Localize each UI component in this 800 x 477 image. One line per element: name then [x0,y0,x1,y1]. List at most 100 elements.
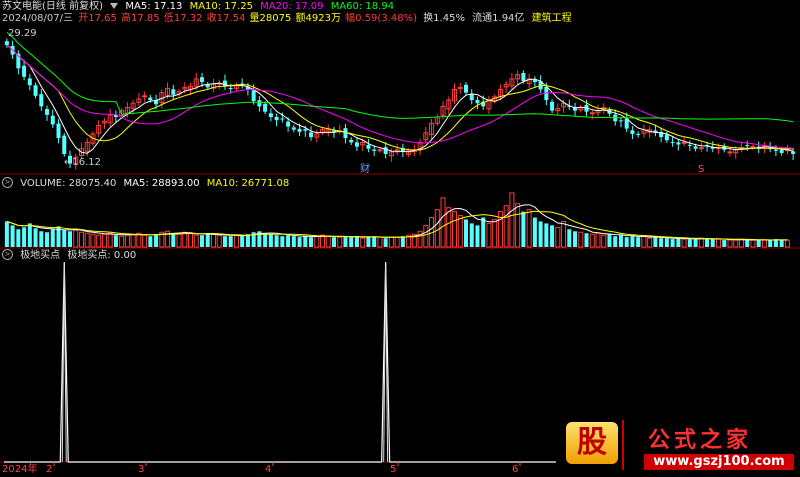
volume-bar [481,217,486,247]
quote-volume: 量28075 [249,13,292,24]
volume-bar [630,236,635,247]
volume-bar [636,237,641,247]
year-label: 2024年 [2,464,38,475]
candle-body [475,100,480,104]
candle-body [257,100,262,107]
s-marker: S [698,164,705,175]
candle-body [463,84,469,93]
volume-bar [280,236,285,247]
ma10-legend: MA10: 17.25 [189,1,253,12]
quote-change: 幅0.59(3.48%) [345,13,417,24]
logo-divider [622,420,624,470]
volume-bar [188,232,194,248]
volume-bar [567,229,572,247]
volume-bar [503,205,509,248]
ma20-line [6,44,794,149]
volume-bar [768,240,773,247]
volume-bar [366,237,371,247]
volume-bar [331,237,337,247]
volume-bar [710,239,715,247]
volume-bar [738,238,744,248]
volume-bar [578,231,584,248]
logo-title: 公式之家 [648,427,753,453]
month-label: 2 [46,464,53,475]
candle-body [377,149,383,152]
volume-bar [532,217,537,247]
volume-bar [653,237,658,247]
volume-bar [705,239,710,247]
volume-bar [555,226,561,248]
ma5-legend: MA5: 17.13 [125,1,183,12]
volume-ma5-line [6,204,788,241]
candle-body [727,151,733,154]
candle-body [349,139,354,143]
dropdown-icon[interactable] [110,3,119,9]
candle-body [4,41,9,46]
price-high-label: 29.29 [8,28,37,39]
volume-bar [486,222,492,248]
volume-bar [589,233,595,248]
volume-bar [618,235,623,247]
candle-body [636,133,641,135]
volume-bar [388,236,394,248]
volume-bar [107,232,113,248]
volume-bar [452,211,458,248]
volume-bar [417,230,423,248]
volume-bar [199,235,205,247]
volume-bar [130,233,136,248]
volume-bar [716,238,722,248]
candle-body [45,108,50,115]
candle-body [589,112,595,115]
volume-bar [4,221,9,247]
volume-bar [670,239,675,247]
candle-body [750,146,756,149]
volume-bar [274,235,279,247]
volume-bar [601,234,607,248]
volume-bar [687,239,692,247]
volume-bar [727,239,733,248]
volume-bar [96,234,102,248]
candle-body [251,90,256,102]
ma10-line [6,44,794,151]
volume-bar [595,232,601,248]
volume-bar [733,239,739,248]
month-label: 4 [265,464,272,475]
volume-bar [233,234,239,248]
signal-line [4,261,556,463]
volume-bar [113,235,118,247]
quote-date: 2024/08/07/三 [2,13,74,24]
logo-url: www.gszj100.com [644,454,794,470]
candle-body [354,142,359,147]
candle-body [280,118,285,120]
volume-bar [228,236,233,247]
volume-ma10: MA10: 26771.08 [206,177,290,189]
candle-body [222,80,227,87]
candle-body [698,147,704,150]
volume-bar [291,236,296,247]
chart-canvas [0,31,800,466]
candle-body [171,89,176,95]
volume-bar [360,237,366,248]
ma20-legend: MA20: 17.09 [260,1,324,12]
volume-bar [263,233,268,247]
volume-bar [337,236,343,248]
candle-body [372,149,377,151]
indicator-legend: > 极地买点 极地买点: 0.00 [2,249,140,262]
volume-bar [698,237,704,248]
volume-bar [343,236,348,247]
quote-line: 2024/08/07/三 开17.65 高17.85 低17.32 收17.54… [2,13,576,25]
candle-body [343,128,348,139]
volume-bar [664,238,669,247]
quote-sector: 建筑工程 [531,13,572,24]
month-label: 5 [390,464,397,475]
volume-bar [584,233,589,247]
volume-bar [62,230,67,247]
volume-bar [492,218,498,248]
volume-bar [222,236,227,247]
expand-icon[interactable]: > [2,177,13,188]
candle-body [469,94,474,101]
volume-bar [349,237,354,247]
candle-body [773,149,778,151]
volume-bar [309,237,314,247]
expand-icon[interactable]: > [2,249,13,260]
